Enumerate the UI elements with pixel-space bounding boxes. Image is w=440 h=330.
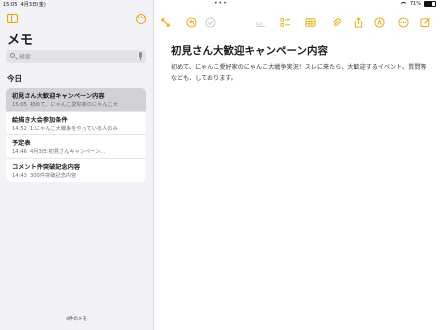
note-item-preview: 14:52 1.にゃんこ大戦争をやっている人のみ [12,125,118,132]
note-heading[interactable]: 初見さん大歓迎キャンペーン内容 [171,43,328,58]
note-item-preview: 14:43 300件突破記念内容 [12,172,77,179]
note-item-preview: 15:05 初めて、にゃんこ愛好家のにゃんこ大 [12,102,118,108]
section-header-today: 今日 [7,74,22,83]
note-body[interactable]: 初めて、にゃんこ愛好家のにゃんこ大戦争実況！スレに来たら、大歓迎するイベント。質… [171,62,429,84]
battery-percent: 71% [409,1,421,7]
table-icon[interactable] [305,13,316,27]
sidebar-toggle-icon[interactable] [7,14,18,23]
compose-icon[interactable] [420,13,431,28]
microphone-icon[interactable] [139,52,142,60]
sidebar: ••• メモ 検索 今日 初見さん大歓迎キャンペーン内容 15:05 初めて、にゃ… [0,0,154,330]
note-list: 初見さん大歓迎キャンペーン内容 15:05 初めて、にゃんこ愛好家のにゃんこ大 絵… [6,88,146,182]
search-placeholder: 検索 [19,54,32,61]
battery-icon [424,1,436,7]
markup-icon[interactable] [374,13,385,28]
note-item-title: 初見さん大歓迎キャンペーン内容 [12,93,105,100]
note-list-item[interactable]: 絵描き大会参加条件 14:52 1.にゃんこ大戦争をやっている人のみ [6,112,146,135]
note-item-title: コメント件突破記念内容 [12,163,81,171]
more-options-icon[interactable]: ••• [136,14,146,24]
collapse-icon[interactable] [160,13,171,27]
status-time: 15:05 4月3日(金) [3,2,46,8]
wifi-icon [399,1,407,7]
share-icon[interactable] [353,13,364,28]
note-item-preview: 14:46 4月3日:初見さんキャンペーン... [12,149,106,155]
note-list-item[interactable]: 初見さん大歓迎キャンペーン内容 15:05 初めて、にゃんこ愛好家のにゃんこ大 [6,88,146,112]
note-count: 4件のメモ [66,317,87,322]
text-format-icon[interactable]: Aa [255,13,266,27]
note-list-item[interactable]: 予定表 14:46 4月3日:初見さんキャンペーン... [6,135,146,159]
multitasking-dots-icon[interactable]: ••• [214,0,228,7]
status-bar: 15:05 4月3日(金) ••• 71% [0,0,440,9]
undo-icon[interactable] [186,13,197,28]
attachment-icon[interactable] [331,13,342,27]
folder-title: メモ [7,33,34,48]
checkmark-circle-icon[interactable] [205,13,216,28]
note-item-title: 予定表 [12,140,31,147]
checklist-icon[interactable] [280,13,291,27]
note-list-item[interactable]: コメント件突破記念内容 14:43 300件突破記念内容 [6,159,146,183]
note-item-title: 絵描き大会参加条件 [12,116,68,124]
more-icon[interactable] [398,13,409,28]
search-field[interactable]: 検索 [6,50,146,63]
search-icon [10,53,15,58]
